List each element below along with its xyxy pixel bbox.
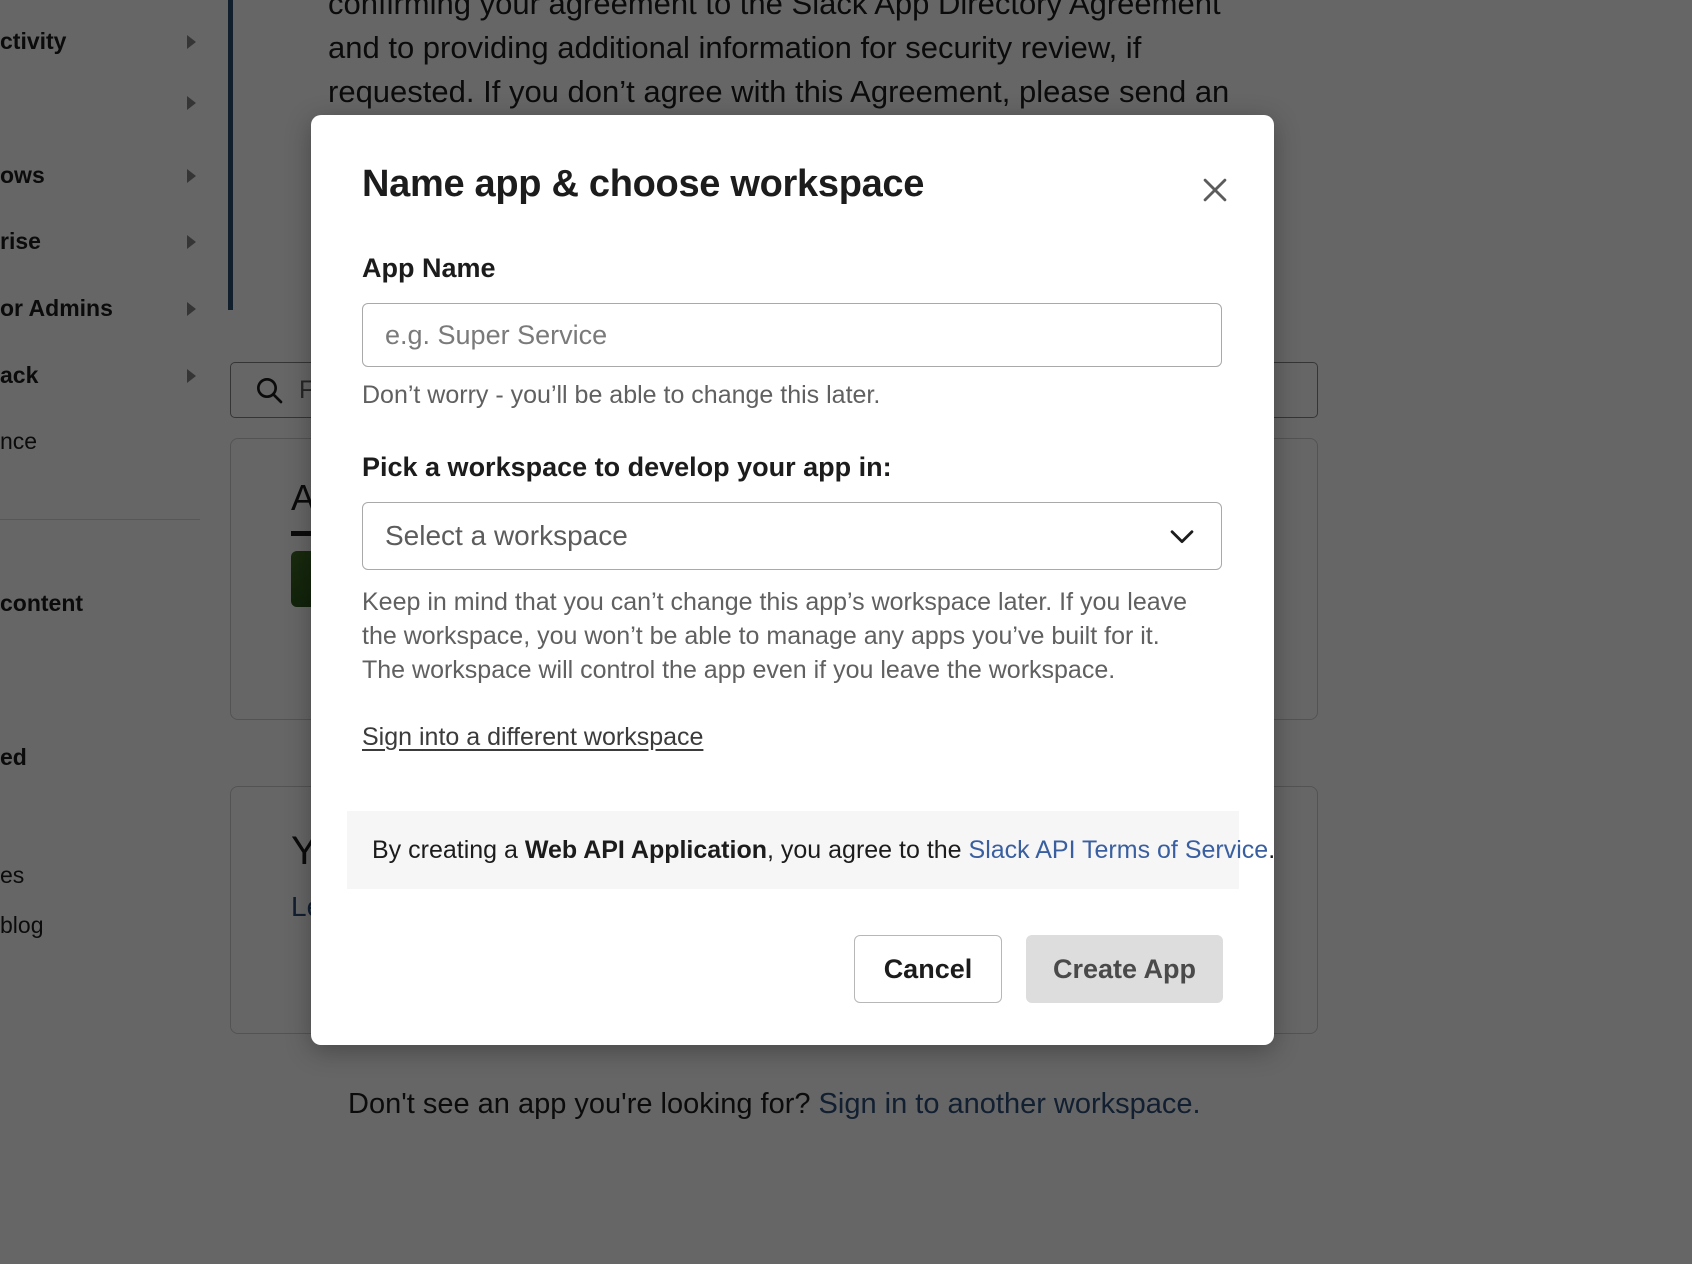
close-button[interactable] — [1192, 167, 1238, 213]
app-name-label: App Name — [362, 253, 496, 283]
sign-into-different-workspace-link[interactable]: Sign into a different workspace — [362, 723, 703, 752]
page-root: ctivity ows rise or Admins ack — [0, 0, 1692, 1264]
modal-title: Name app & choose workspace — [362, 163, 925, 205]
workspace-hint: Keep in mind that you can’t change this … — [362, 588, 1188, 684]
terms-of-service-link[interactable]: Slack API Terms of Service — [969, 836, 1269, 864]
create-app-modal: Name app & choose workspace App Name Don… — [311, 115, 1274, 1045]
terms-text: By creating a Web API Application, you a… — [372, 836, 1274, 865]
terms-band: By creating a Web API Application, you a… — [347, 811, 1274, 889]
create-app-button[interactable]: Create App — [1025, 935, 1223, 1003]
terms-middle: , you agree to the — [767, 835, 969, 864]
workspace-label: Pick a workspace to develop your app in: — [362, 452, 892, 482]
terms-suffix: . — [1268, 836, 1274, 864]
workspace-select[interactable]: Select a workspace — [362, 502, 1222, 570]
close-icon — [1203, 178, 1227, 202]
cancel-button[interactable]: Cancel — [853, 935, 1002, 1003]
workspace-select-value: Select a workspace — [385, 520, 628, 551]
app-name-input[interactable] — [362, 303, 1222, 367]
terms-prefix: By creating a — [372, 835, 525, 864]
app-name-hint: Don’t worry - you’ll be able to change t… — [362, 381, 881, 409]
chevron-down-icon — [1170, 530, 1194, 544]
modal-actions: Cancel Create App — [853, 935, 1223, 1003]
terms-bold: Web API Application — [524, 835, 767, 864]
